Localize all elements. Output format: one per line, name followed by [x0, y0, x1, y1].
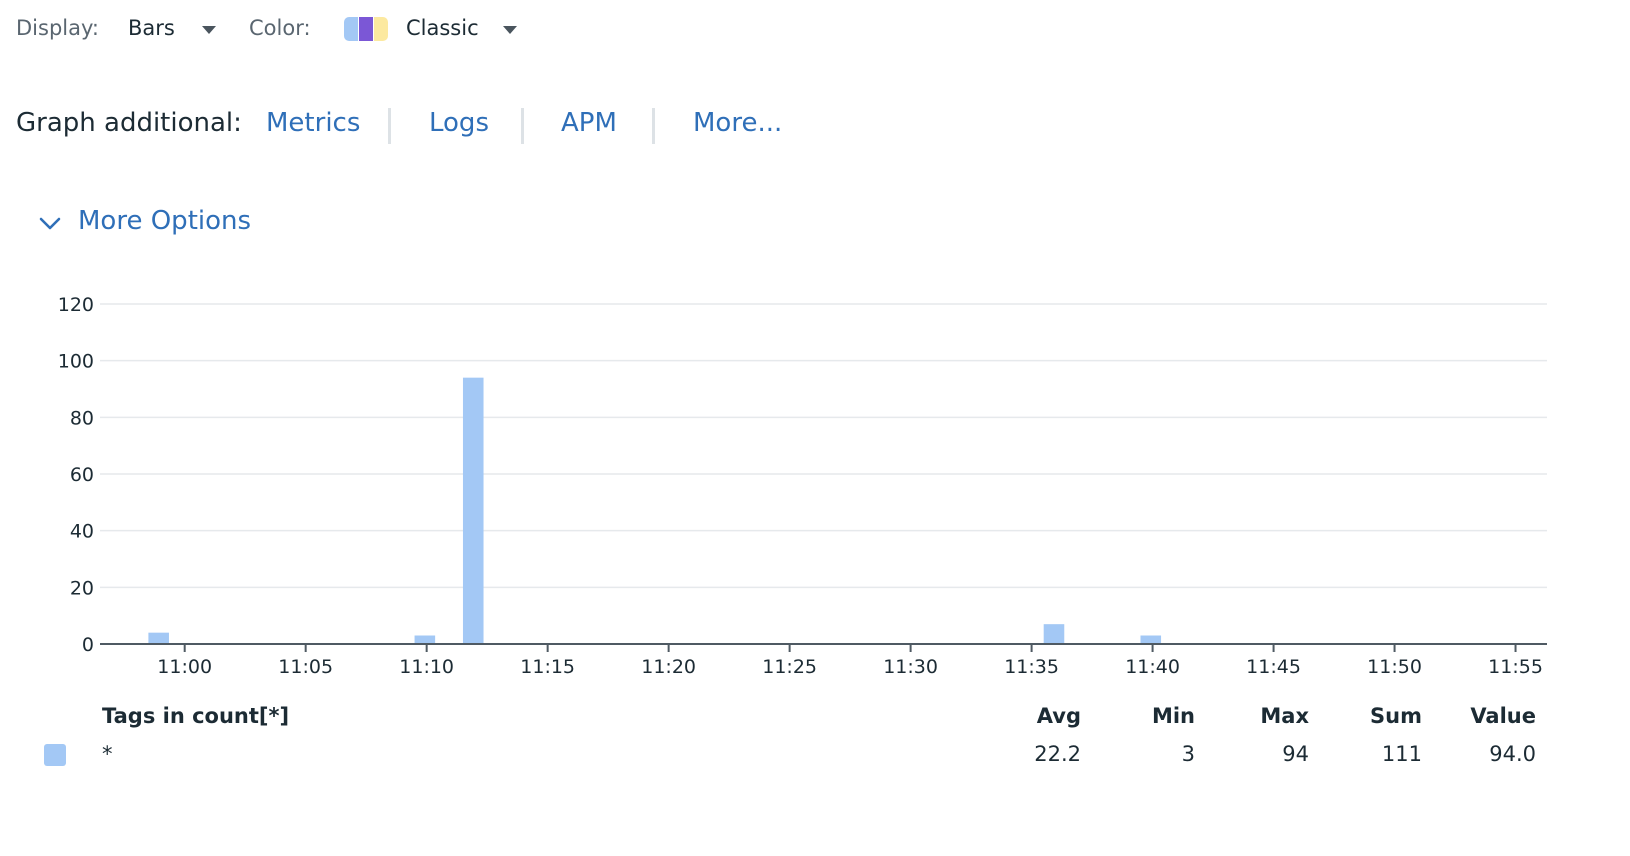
y-tick-label: 120: [58, 294, 94, 316]
avg-column-header: Avg: [1036, 704, 1081, 728]
value-column-header: Value: [1470, 704, 1536, 728]
x-tick-label: 11:05: [278, 656, 333, 678]
chart-bar: [148, 632, 169, 644]
x-tick-label: 11:15: [520, 656, 575, 678]
bar-chart: 0 20 40 60 80 100 120 11:00 11:05 11:10 11:15 11:20…: [58, 294, 1547, 678]
y-tick-label: 80: [70, 407, 94, 429]
display-dropdown-caret-icon[interactable]: [202, 26, 216, 34]
series-sum: 111: [1381, 742, 1422, 766]
max-column-header: Max: [1260, 704, 1309, 728]
series-max: 94: [1282, 742, 1309, 766]
y-tick-label: 20: [70, 577, 94, 599]
chart-bar: [1043, 624, 1065, 644]
link-divider: [521, 108, 524, 144]
x-tick-label: 11:50: [1367, 656, 1422, 678]
chart-bar: [462, 377, 484, 644]
more-options-label: More Options: [78, 206, 252, 236]
graph-additional-row: Graph additional: Metrics Logs APM More.…: [16, 102, 836, 146]
link-divider: [388, 108, 391, 144]
graph-additional-label: Graph additional:: [16, 108, 242, 138]
link-divider: [652, 108, 655, 144]
color-palette-swatch-icon[interactable]: [344, 17, 388, 41]
series-color-swatch: [44, 744, 66, 766]
display-options-row: Display: Bars Color: Classic: [16, 12, 636, 46]
x-tick-label: 11:45: [1246, 656, 1301, 678]
series-tag: *: [102, 742, 113, 766]
y-tick-label: 100: [58, 351, 94, 373]
series-min: 3: [1181, 742, 1195, 766]
x-tick-label: 11:00: [157, 656, 212, 678]
graph-apm-link[interactable]: APM: [561, 108, 617, 138]
x-tick-label: 11:25: [762, 656, 817, 678]
sum-column-header: Sum: [1370, 704, 1422, 728]
series-avg: 22.2: [1034, 742, 1081, 766]
chart-bar: [414, 635, 436, 644]
x-tick-label: 11:35: [1004, 656, 1059, 678]
graph-logs-link[interactable]: Logs: [429, 108, 489, 138]
x-tick-label: 11:30: [883, 656, 938, 678]
y-tick-label: 60: [70, 464, 94, 486]
graph-more-link[interactable]: More...: [693, 108, 782, 138]
color-dropdown-caret-icon[interactable]: [503, 26, 517, 34]
display-label: Display:: [16, 16, 99, 40]
y-tick-label: 40: [70, 521, 94, 543]
chart-bar: [1140, 635, 1162, 644]
series-value: 94.0: [1489, 742, 1536, 766]
series-summary-table: Tags in count[*] Avg Min Max Sum Value *…: [0, 700, 1630, 780]
min-column-header: Min: [1151, 704, 1195, 728]
x-tick-label: 11:40: [1125, 656, 1180, 678]
graph-metrics-link[interactable]: Metrics: [266, 108, 360, 138]
x-tick-label: 11:10: [399, 656, 454, 678]
chevron-down-icon: [39, 217, 61, 230]
tags-column-header: Tags in count[*]: [102, 704, 290, 728]
display-select[interactable]: Bars: [128, 16, 175, 40]
more-options-toggle[interactable]: More Options: [38, 206, 278, 240]
y-tick-label: 0: [82, 634, 94, 656]
x-tick-label: 11:20: [641, 656, 696, 678]
color-select[interactable]: Classic: [406, 16, 479, 40]
x-tick-label: 11:55: [1488, 656, 1543, 678]
color-label: Color:: [249, 16, 311, 40]
